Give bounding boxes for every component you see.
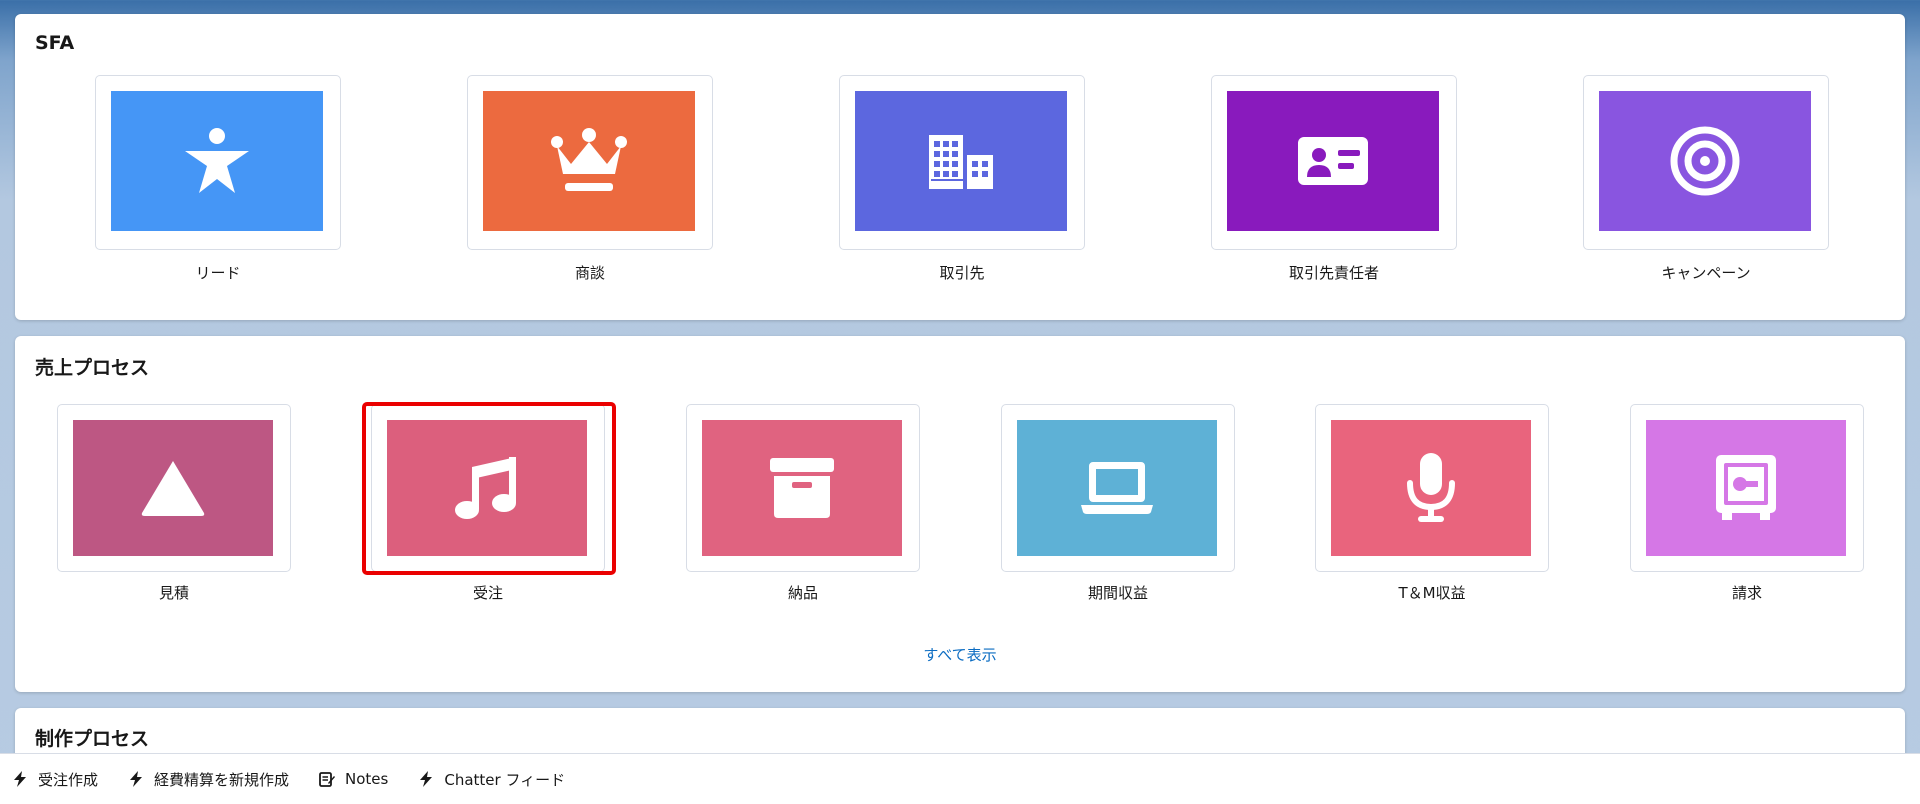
tile-campaign-image xyxy=(1599,91,1811,231)
tile-delivery-label: 納品 xyxy=(787,584,818,602)
tile-lead[interactable]: リード xyxy=(95,75,341,300)
tile-contact[interactable]: 取引先責任者 xyxy=(1211,75,1457,300)
selected-tile-outline xyxy=(362,402,616,575)
delivery-archive-box-icon xyxy=(770,458,834,518)
tile-invoice-label: 請求 xyxy=(1731,584,1762,602)
tile-period-revenue[interactable]: 期間収益 xyxy=(1001,404,1235,604)
tile-account-image xyxy=(855,91,1067,231)
tile-account[interactable]: 取引先 xyxy=(839,75,1085,300)
sfa-section-card: SFA リード 商談 取引先 取引先責任者 キャンペーン xyxy=(15,14,1905,320)
tile-quote-label: 見積 xyxy=(158,584,189,602)
contact-card-icon xyxy=(1298,137,1368,185)
tile-order-label: 受注 xyxy=(472,584,503,602)
lightning-bolt-icon xyxy=(420,771,433,787)
tile-campaign-label: キャンペーン xyxy=(1661,264,1751,282)
utility-item-label: Notes xyxy=(345,770,389,788)
tile-contact-label: 取引先責任者 xyxy=(1288,264,1379,282)
tile-contact-image xyxy=(1227,91,1439,231)
tile-tm-revenue-image xyxy=(1331,420,1531,556)
tile-opportunity[interactable]: 商談 xyxy=(467,75,713,300)
tile-quote[interactable]: 見積 xyxy=(57,404,291,604)
tile-invoice-image xyxy=(1646,420,1846,556)
sales-process-section-title: 売上プロセス xyxy=(35,357,150,379)
utility-bar: 受注作成 経費精算を新規作成 Notes Chatter フィード xyxy=(0,753,1920,804)
utility-item-label: 受注作成 xyxy=(38,770,99,789)
tile-period-revenue-label: 期間収益 xyxy=(1087,584,1148,602)
opportunity-crown-icon xyxy=(551,128,627,191)
lightning-bolt-icon xyxy=(130,771,143,787)
utility-item-new-expense[interactable]: 経費精算を新規作成 xyxy=(128,769,289,790)
revenue-laptop-icon xyxy=(1081,462,1153,514)
view-all-link[interactable]: すべて表示 xyxy=(0,644,1920,665)
tile-lead-image xyxy=(111,91,323,231)
notes-icon xyxy=(319,772,336,787)
quote-triangle-icon xyxy=(141,461,205,516)
utility-item-label: Chatter フィード xyxy=(444,770,566,789)
account-building-icon xyxy=(929,135,993,189)
lightning-bolt-icon xyxy=(14,771,26,787)
tile-invoice[interactable]: 請求 xyxy=(1630,404,1864,604)
utility-item-notes[interactable]: Notes xyxy=(319,770,388,788)
lead-person-icon xyxy=(185,128,249,193)
tm-revenue-microphone-icon xyxy=(1407,453,1455,522)
tile-opportunity-label: 商談 xyxy=(574,264,605,282)
tile-delivery-image xyxy=(702,420,902,556)
tile-quote-image xyxy=(73,420,273,556)
tile-tm-revenue-label: T＆M収益 xyxy=(1398,584,1466,602)
tile-opportunity-image xyxy=(483,91,695,231)
tile-period-revenue-image xyxy=(1017,420,1217,556)
tile-tm-revenue[interactable]: T＆M収益 xyxy=(1315,404,1549,604)
tile-delivery[interactable]: 納品 xyxy=(686,404,920,604)
sfa-section-title: SFA xyxy=(35,32,75,54)
tile-account-label: 取引先 xyxy=(939,264,985,282)
utility-item-label: 経費精算を新規作成 xyxy=(154,770,290,789)
utility-item-create-order[interactable]: 受注作成 xyxy=(12,769,98,790)
production-process-section-title: 制作プロセス xyxy=(35,728,150,750)
invoice-safe-icon xyxy=(1716,455,1776,520)
tile-campaign[interactable]: キャンペーン xyxy=(1583,75,1829,300)
utility-item-chatter-feed[interactable]: Chatter フィード xyxy=(418,769,565,790)
tile-lead-label: リード xyxy=(195,264,241,282)
campaign-target-icon xyxy=(1670,126,1740,196)
sales-process-section-card: 売上プロセス xyxy=(15,336,1905,692)
